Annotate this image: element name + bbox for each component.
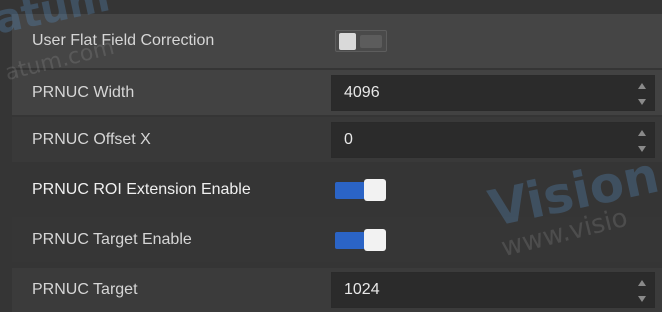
prnuc-roi-extension-enable-toggle[interactable] (335, 178, 387, 201)
arrow-down-icon[interactable] (638, 145, 646, 152)
property-label: User Flat Field Correction (32, 32, 215, 49)
property-row-user-flat-field-correction: User Flat Field Correction (12, 14, 662, 68)
property-label: PRNUC ROI Extension Enable (32, 180, 251, 198)
arrow-down-icon[interactable] (638, 296, 646, 302)
arrow-up-icon[interactable] (638, 82, 646, 89)
property-label: PRNUC Target (32, 281, 138, 298)
toggle-track (335, 181, 365, 199)
properties-panel: User Flat Field Correction PRNUC Width 4… (0, 0, 662, 312)
arrow-up-icon[interactable] (638, 129, 646, 136)
property-row-prnuc-roi-extension-enable: PRNUC ROI Extension Enable (12, 167, 662, 212)
field-value: 1024 (344, 281, 380, 298)
toggle-knob (364, 178, 386, 201)
property-label: PRNUC Target Enable (32, 230, 192, 248)
spin-stepper[interactable] (638, 277, 648, 305)
toggle-track (360, 35, 382, 48)
toggle-knob (339, 33, 356, 50)
property-label: PRNUC Offset X (32, 130, 151, 148)
user-flat-field-correction-toggle[interactable] (335, 30, 387, 52)
toggle-knob (364, 228, 386, 251)
arrow-down-icon[interactable] (638, 98, 646, 105)
arrow-up-icon[interactable] (638, 280, 646, 286)
property-row-prnuc-target: PRNUC Target 1024 (12, 268, 662, 312)
field-value: 0 (344, 130, 353, 148)
prnuc-target-enable-toggle[interactable] (335, 228, 387, 251)
spin-stepper[interactable] (638, 127, 648, 155)
prnuc-width-input[interactable]: 4096 (331, 74, 655, 111)
spin-stepper[interactable] (638, 80, 648, 108)
field-value: 4096 (344, 83, 380, 101)
toggle-track (335, 231, 365, 249)
property-row-prnuc-width: PRNUC Width 4096 (12, 70, 662, 115)
property-row-prnuc-offset-x: PRNUC Offset X 0 (12, 117, 662, 162)
prnuc-offset-x-input[interactable]: 0 (331, 121, 655, 158)
property-row-prnuc-target-enable: PRNUC Target Enable (12, 217, 662, 262)
prnuc-target-input[interactable]: 1024 (331, 272, 655, 308)
property-label: PRNUC Width (32, 83, 135, 101)
